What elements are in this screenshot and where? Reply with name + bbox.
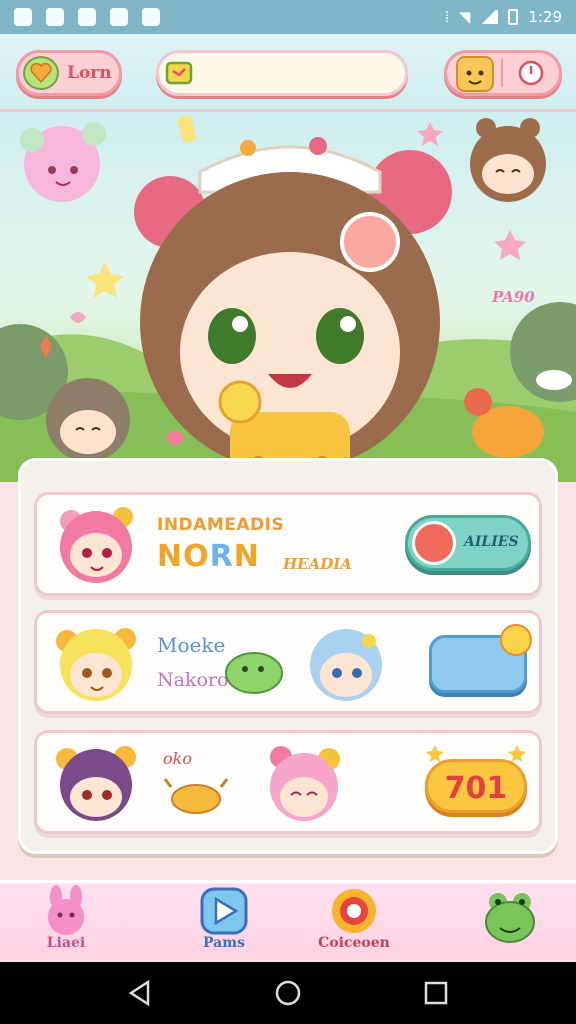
card-title-top: INDAMEADIS <box>157 515 285 535</box>
coin-counter-button[interactable]: 701 <box>425 745 527 813</box>
green-slime-icon <box>225 652 283 694</box>
pink-hair-avatar <box>60 507 133 583</box>
clock: 1:29 <box>528 8 562 26</box>
back-icon[interactable] <box>126 979 154 1007</box>
allies-button[interactable]: AILIES <box>405 515 531 571</box>
nav-item-collection[interactable]: Coiceoen <box>304 883 404 963</box>
purple-hair-avatar <box>56 746 136 821</box>
title-part-1: NO <box>157 539 210 574</box>
coin-value: 701 <box>444 771 508 806</box>
friend-name-1: Moeke <box>157 633 226 657</box>
frog-icon <box>485 893 535 943</box>
power-icon[interactable] <box>517 59 545 87</box>
notification-icon <box>78 8 96 26</box>
friend-name-2: Nakoro <box>157 669 229 691</box>
menu-card-shop[interactable]: oko 701 <box>34 730 542 834</box>
status-right: ⦙ ◥ 1:29 <box>445 8 562 26</box>
chibi-pink <box>20 122 106 202</box>
play-triangle-icon <box>200 887 248 935</box>
menu-panel: INDAMEADIS NORN HEADIA AILIES Moeke Nako… <box>18 458 558 854</box>
chibi-brown <box>470 118 546 202</box>
profile-pill <box>444 50 562 96</box>
notification-icon <box>110 8 128 26</box>
blue-hair-avatar <box>310 629 382 701</box>
ball-icon <box>412 521 456 565</box>
notification-icon <box>142 8 160 26</box>
allies-button-label: AILIES <box>464 534 519 550</box>
chibi-gray <box>46 378 130 462</box>
search-input[interactable] <box>199 59 399 87</box>
wifi-icon: ◥ <box>458 8 471 26</box>
notification-icon <box>14 8 32 26</box>
love-button[interactable]: Lorn <box>16 50 122 96</box>
card-subtitle: HEADIA <box>283 555 352 573</box>
nav-item-play[interactable]: Pams <box>174 883 274 963</box>
battery-icon <box>508 9 519 25</box>
bunny-icon <box>48 885 84 935</box>
nav-label-play: Pams <box>203 935 245 951</box>
nav-item-home[interactable]: Liaei <box>16 883 116 963</box>
shop-label: oko <box>163 749 192 768</box>
nav-label-collection: Coiceoen <box>318 935 390 951</box>
recent-apps-icon[interactable] <box>422 979 450 1007</box>
sunflower-icon <box>332 889 376 933</box>
chat-button[interactable] <box>429 624 532 693</box>
notification-icons <box>14 8 160 26</box>
menu-card-story[interactable]: INDAMEADIS NORN HEADIA AILIES <box>34 492 542 596</box>
title-part-2: R <box>209 539 234 574</box>
signal-icon <box>480 10 499 24</box>
hero-illustration <box>0 115 576 482</box>
heart-icon <box>23 56 59 90</box>
search-bar[interactable] <box>156 50 408 96</box>
note-icon <box>165 61 193 85</box>
dog-face-icon[interactable] <box>455 55 495 93</box>
notification-badge-icon <box>500 624 532 656</box>
title-part-3: N <box>233 539 260 574</box>
system-nav-bar <box>0 962 576 1024</box>
vibrate-icon: ⦙ <box>445 8 449 26</box>
love-label: Lorn <box>67 63 112 83</box>
card-title-main: NORN <box>157 539 260 574</box>
menu-card-friends[interactable]: Moeke Nakoro <box>34 610 542 714</box>
notification-icon <box>46 8 64 26</box>
hero-side-text: PA90 <box>492 288 535 306</box>
nav-label-home: Liaei <box>46 935 86 951</box>
bottom-nav: Liaei Pams Coiceoen <box>0 880 576 960</box>
hero-scene: PA90 <box>0 112 576 482</box>
nav-item-frog[interactable] <box>460 883 560 963</box>
status-bar: ⦙ ◥ 1:29 <box>0 0 576 34</box>
home-icon[interactable] <box>274 979 302 1007</box>
crab-icon <box>163 778 229 814</box>
top-hud: Lorn <box>0 34 576 112</box>
blonde-avatar <box>56 628 136 701</box>
divider <box>501 59 503 87</box>
pink-bun-avatar <box>270 746 340 821</box>
